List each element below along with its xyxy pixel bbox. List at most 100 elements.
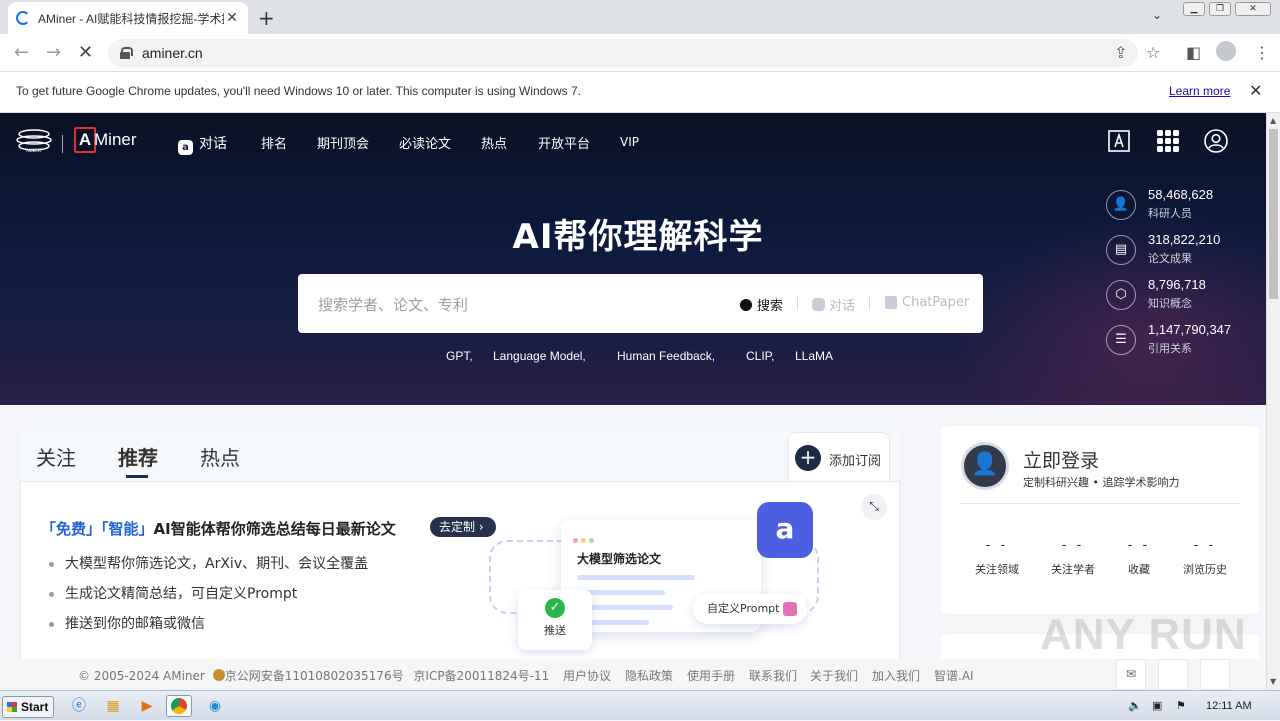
suggestion-language-model[interactable]: Language Model, [493, 349, 586, 363]
restore-button[interactable]: ❐ [1209, 2, 1231, 16]
search-button[interactable]: 搜索 [740, 295, 783, 314]
document-icon: ▤ [1106, 235, 1136, 265]
login-stat-value: - - [1061, 538, 1085, 553]
profile-avatar-icon[interactable] [1216, 41, 1236, 61]
active-tab-underline [126, 475, 148, 478]
taskbar-clock[interactable]: 12:11 AM [1206, 700, 1252, 712]
back-arrow-icon[interactable]: ← [14, 42, 29, 63]
promo-bullet: 推送到你的邮箱或微信 [49, 613, 205, 633]
forward-arrow-icon[interactable]: → [46, 42, 61, 63]
collapse-expand-icon[interactable]: ⤡ [861, 494, 887, 520]
suggestion-llama[interactable]: LLaMA [795, 349, 833, 363]
copyright-text: © 2005-2024 AMiner [78, 669, 205, 683]
footer-copyright: © 2005-2024 AMiner 京公网安备11010802035176号 … [78, 667, 549, 684]
suggestion-human-feedback[interactable]: Human Feedback, [617, 349, 715, 363]
customize-button[interactable]: 去定制 › [430, 517, 496, 537]
login-stat-scholars[interactable]: - - 关注学者 [1038, 538, 1108, 577]
new-tab-button[interactable]: + [258, 6, 275, 30]
infobar-close-icon[interactable]: ✕ [1249, 81, 1262, 101]
tab-following[interactable]: 关注 [36, 442, 76, 471]
share-icon[interactable]: ⇪ [1114, 43, 1127, 62]
add-subscription-button[interactable]: + 添加订阅 [788, 432, 890, 484]
suggestion-gpt[interactable]: GPT, [446, 349, 473, 363]
search-input[interactable]: 搜索学者、论文、专利 [318, 294, 468, 315]
nav-hot[interactable]: 热点 [481, 133, 507, 152]
cube-icon: ⬡ [1106, 280, 1136, 310]
edge-icon[interactable]: ◉ [202, 695, 228, 717]
icp-registration[interactable]: 京ICP备20011824号-11 [413, 669, 549, 683]
promo-title-rest: AI智能体帮你筛选总结每日最新论文 [153, 520, 396, 538]
footer-link-terms[interactable]: 用户协议 [563, 667, 611, 684]
aknest-logo-icon[interactable]: AKNEST [16, 127, 52, 153]
translate-icon[interactable] [1107, 129, 1131, 153]
footer-link-privacy[interactable]: 隐私政策 [625, 667, 673, 684]
tab-hot[interactable]: 热点 [200, 442, 240, 471]
aminer-logo[interactable]: A Miner [74, 127, 137, 153]
lock-icon[interactable] [120, 47, 133, 59]
internet-explorer-icon[interactable]: ⓔ [66, 695, 92, 717]
footer-link-about[interactable]: 关于我们 [810, 667, 858, 684]
login-subtitle: 定制科研兴趣 • 追踪学术影响力 [1023, 476, 1180, 489]
suggestion-clip[interactable]: CLIP, [746, 349, 774, 363]
tab-search-chevron-icon[interactable]: ⌄ [1152, 8, 1162, 22]
default-avatar-icon[interactable]: 👤 [961, 442, 1009, 490]
login-stat-value: - - [1193, 538, 1217, 553]
logo-divider [62, 135, 63, 153]
nav-journals[interactable]: 期刊顶会 [317, 133, 369, 152]
user-account-icon[interactable] [1204, 129, 1228, 153]
mail-icon[interactable]: ✉ [1116, 659, 1146, 690]
nav-ranking[interactable]: 排名 [261, 133, 287, 152]
scroll-up-icon[interactable]: ▲ [1270, 116, 1276, 125]
network-icon[interactable]: ▣ [1152, 699, 1162, 712]
start-button[interactable]: Start [2, 696, 54, 718]
police-registration[interactable]: 京公网安备11010802035176号 [225, 669, 404, 683]
search-separator-2 [869, 296, 870, 310]
chat-mode-button[interactable]: 对话 [812, 295, 855, 314]
tab-recommended[interactable]: 推荐 [118, 442, 158, 471]
stat-value: 58,468,628 [1148, 187, 1214, 202]
learn-more-link[interactable]: Learn more [1169, 84, 1230, 98]
close-window-button[interactable]: ✕ [1235, 2, 1271, 16]
login-stat-favorites[interactable]: - - 收藏 [1104, 538, 1174, 577]
nav-open-platform[interactable]: 开放平台 [538, 133, 590, 152]
nav-chat[interactable]: a 对话 [178, 133, 227, 155]
search-box[interactable]: 搜索学者、论文、专利 搜索 对话 ChatPaper [298, 274, 983, 333]
promo-bullet: 生成论文精简总结，可自定义Prompt [49, 583, 297, 603]
chrome-taskbar-icon[interactable] [166, 695, 192, 717]
stop-loading-icon[interactable]: ✕ [78, 42, 93, 63]
login-divider [959, 503, 1241, 504]
nav-vip[interactable]: VIP [620, 135, 639, 149]
close-tab-icon[interactable]: ✕ [224, 10, 240, 26]
login-stat-fields[interactable]: - - 关注领域 [962, 538, 1032, 577]
footer-link-contact[interactable]: 联系我们 [749, 667, 797, 684]
nav-chat-label: 对话 [199, 136, 227, 152]
minimize-button[interactable]: ▁ [1183, 2, 1205, 16]
volume-icon[interactable]: 🔈 [1128, 699, 1142, 712]
apps-grid-icon[interactable] [1156, 129, 1180, 153]
footer-link-zhipu[interactable]: 智谱.AI [934, 667, 974, 684]
feedback-icon[interactable] [1158, 659, 1188, 690]
stat-citations: ☰ 1,147,790,347 引用关系 [1106, 320, 1256, 360]
page-scrollbar[interactable]: ▲ ▼ [1266, 113, 1280, 690]
side-panel-icon[interactable]: ◧ [1186, 43, 1201, 62]
scroll-down-icon[interactable]: ▼ [1270, 677, 1276, 686]
login-stat-history[interactable]: - - 浏览历史 [1170, 538, 1240, 577]
file-explorer-icon[interactable]: ▦ [100, 695, 126, 717]
infobar-message: To get future Google Chrome updates, you… [16, 84, 582, 98]
back-to-top-icon[interactable] [1200, 659, 1230, 690]
chatpaper-button[interactable]: ChatPaper [885, 295, 969, 310]
bookmark-star-icon[interactable]: ☆ [1146, 43, 1160, 62]
scroll-thumb[interactable] [1269, 129, 1278, 299]
login-title[interactable]: 立即登录 [1023, 446, 1099, 473]
stat-value: 318,822,210 [1148, 232, 1221, 247]
media-player-icon[interactable]: ▶ [134, 695, 160, 717]
search-dot-icon [740, 298, 752, 311]
browser-toolbar: ← → ✕ aminer.cn ⇪ ☆ ◧ ⋮ [0, 34, 1280, 72]
footer-link-join[interactable]: 加入我们 [872, 667, 920, 684]
menu-kebab-icon[interactable]: ⋮ [1254, 43, 1270, 62]
address-bar[interactable]: aminer.cn [108, 39, 1138, 67]
nav-must-read[interactable]: 必读论文 [399, 133, 451, 152]
browser-tab[interactable]: AMiner - AI赋能科技情报挖掘-学术搜索 ✕ [8, 2, 248, 34]
flag-icon[interactable]: ⚑ [1176, 699, 1186, 712]
footer-link-manual[interactable]: 使用手册 [687, 667, 735, 684]
